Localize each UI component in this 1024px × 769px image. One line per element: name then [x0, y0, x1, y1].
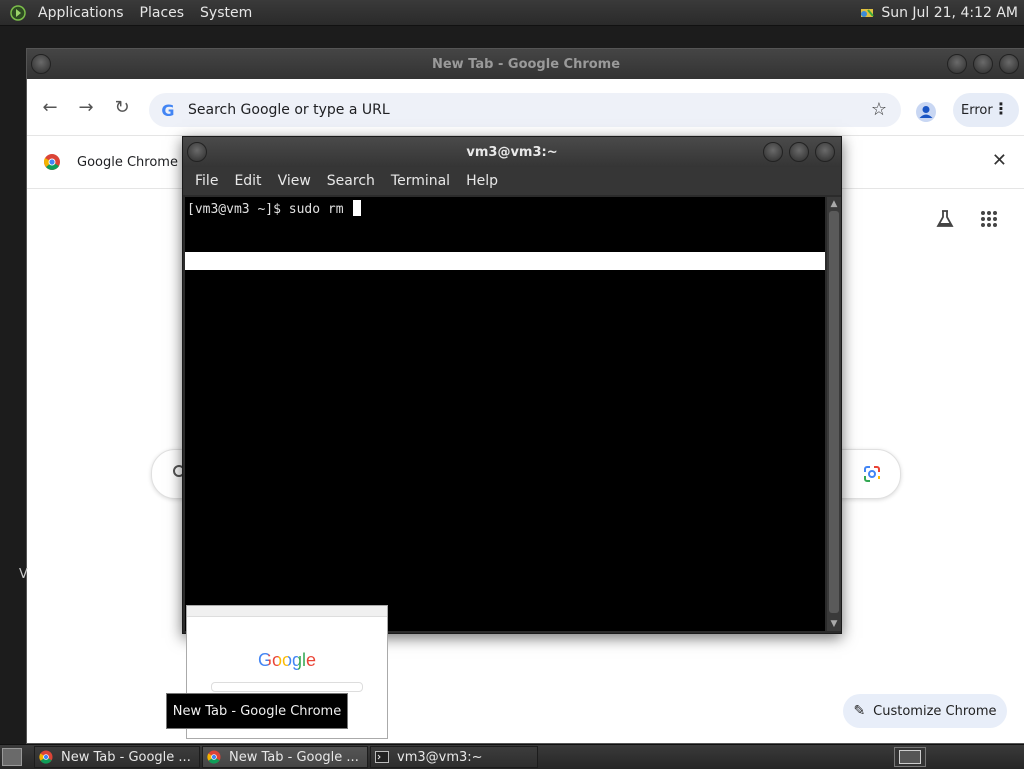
chrome-titlebar[interactable]: New Tab - Google Chrome [27, 49, 1024, 79]
forward-arrow-icon: → [78, 96, 94, 118]
menu-help[interactable]: Help [458, 173, 506, 189]
apps-grid-icon[interactable] [979, 209, 999, 229]
terminal-titlebar[interactable]: vm3@vm3:~ [183, 137, 841, 167]
menu-view[interactable]: View [270, 173, 319, 189]
taskbar-item-label: New Tab - Google ... [61, 749, 191, 765]
maximize-button[interactable] [973, 54, 993, 74]
terminal-screen[interactable]: [vm3@vm3 ~]$ sudo rm [185, 197, 825, 631]
back-arrow-icon: ← [42, 96, 58, 118]
tooltip-text: New Tab - Google Chrome [172, 703, 342, 719]
terminal-window: vm3@vm3:~ File Edit View Search Terminal… [182, 136, 842, 634]
window-menu-button[interactable] [31, 54, 51, 74]
google-logo-text: Google [257, 650, 317, 670]
panel-tray: Sun Jul 21, 4:12 AM [859, 0, 1018, 25]
places-menu[interactable]: Places [132, 5, 193, 21]
customize-chrome-button[interactable]: ✎ Customize Chrome [843, 694, 1007, 728]
infobar-close-icon[interactable]: ✕ [992, 150, 1007, 171]
reload-button[interactable]: ↻ [107, 92, 137, 122]
google-g-icon: G [161, 100, 175, 120]
taskbar-tooltip: New Tab - Google Chrome [166, 693, 348, 729]
taskbar-item-terminal[interactable]: vm3@vm3:~ [370, 746, 538, 768]
clock[interactable]: Sun Jul 21, 4:12 AM [881, 5, 1018, 21]
menu-search[interactable]: Search [319, 173, 383, 189]
menu-terminal[interactable]: Terminal [383, 173, 458, 189]
terminal-icon [375, 751, 389, 763]
scrollbar-thumb[interactable] [829, 211, 839, 613]
error-label: Error [961, 102, 993, 118]
chrome-window-title: New Tab - Google Chrome [431, 56, 621, 72]
workspace-1[interactable] [899, 750, 921, 764]
taskbar-item-chrome-1[interactable]: New Tab - Google ... [34, 746, 200, 768]
close-button[interactable] [999, 54, 1019, 74]
error-button[interactable]: Error ⋮ [953, 93, 1019, 127]
forward-button[interactable]: → [71, 92, 101, 122]
bottom-taskbar: New Tab - Google ... New Tab - Google ..… [0, 744, 1024, 769]
chrome-icon [39, 750, 53, 764]
chrome-logo-icon [44, 154, 60, 170]
network-icon[interactable] [859, 5, 875, 21]
thumbnail-search-box [211, 682, 363, 692]
chrome-icon [207, 750, 221, 764]
terminal-window-menu-button[interactable] [187, 142, 207, 162]
menu-edit[interactable]: Edit [226, 173, 269, 189]
partial-text: V [19, 567, 28, 582]
terminal-maximize-button[interactable] [789, 142, 809, 162]
terminal-highlight-bar [185, 252, 825, 270]
system-menu[interactable]: System [192, 5, 260, 21]
terminal-minimize-button[interactable] [763, 142, 783, 162]
top-panel: Applications Places System Sun Jul 21, 4… [0, 0, 1024, 26]
scroll-down-arrow-icon[interactable]: ▼ [829, 619, 839, 629]
customize-label: Customize Chrome [873, 703, 997, 719]
thumbnail-google-logo: Google [187, 650, 387, 671]
minimize-button[interactable] [947, 54, 967, 74]
show-desktop-icon[interactable] [2, 748, 22, 766]
bookmark-star-icon[interactable]: ☆ [871, 99, 887, 120]
taskbar-item-label: New Tab - Google ... [229, 749, 359, 765]
distro-logo-icon[interactable] [10, 4, 26, 21]
workspace-switcher[interactable] [894, 747, 926, 767]
applications-menu[interactable]: Applications [30, 5, 132, 21]
chrome-toolbar: ← → ↻ G Search Google or type a URL ☆ Er… [27, 79, 1024, 135]
profile-icon[interactable] [915, 101, 937, 123]
omnibox[interactable]: G Search Google or type a URL ☆ [149, 93, 901, 127]
scroll-up-arrow-icon[interactable]: ▲ [829, 199, 839, 209]
terminal-title: vm3@vm3:~ [466, 144, 558, 160]
terminal-menubar: File Edit View Search Terminal Help [183, 167, 841, 195]
terminal-prompt-line: [vm3@vm3 ~]$ sudo rm [187, 200, 362, 217]
thumbnail-toolbar [187, 606, 387, 617]
reload-icon: ↻ [114, 96, 130, 118]
menu-file[interactable]: File [187, 173, 226, 189]
pencil-icon: ✎ [853, 703, 866, 719]
terminal-command-text: [vm3@vm3 ~]$ sudo rm [187, 202, 352, 217]
terminal-close-button[interactable] [815, 142, 835, 162]
omnibox-placeholder: Search Google or type a URL [188, 102, 390, 118]
text-cursor [353, 200, 362, 216]
taskbar-item-chrome-2[interactable]: New Tab - Google ... [202, 746, 368, 768]
labs-flask-icon[interactable] [935, 209, 955, 229]
google-lens-icon[interactable] [862, 464, 882, 484]
taskbar-item-label: vm3@vm3:~ [397, 749, 483, 765]
terminal-scrollbar[interactable]: ▲ ▼ [827, 197, 841, 631]
back-button[interactable]: ← [35, 92, 65, 122]
more-menu-icon[interactable]: ⋮ [993, 99, 1009, 118]
